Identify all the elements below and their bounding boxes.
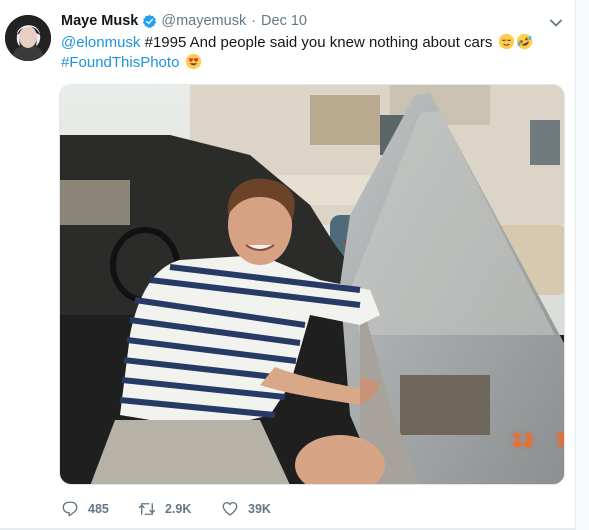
retweet-icon [138, 503, 156, 515]
heart-eyes-emoji [185, 53, 201, 70]
tweet-photo[interactable]: 12 5 '95 [59, 84, 565, 485]
chevron-down-icon[interactable] [549, 16, 563, 30]
mention-link[interactable]: @elonmusk [61, 34, 140, 51]
avatar[interactable] [5, 15, 51, 61]
tweet-body: #1995 And people said you knew nothing a… [140, 34, 493, 51]
hashtag-link[interactable]: #FoundThisPhoto [61, 54, 179, 71]
tweet-header: Maye Musk @mayemusk · Dec 10 [61, 13, 307, 29]
rolling-on-floor-laughing-emoji [516, 33, 532, 50]
header-separator: · [251, 13, 257, 29]
heart-icon [222, 501, 238, 516]
reply-button[interactable]: 485 [61, 500, 109, 518]
tweet-card[interactable]: Maye Musk @mayemusk · Dec 10 @elonmusk #… [0, 0, 575, 530]
reply-count: 485 [88, 502, 109, 516]
like-button[interactable]: 39K [221, 500, 271, 518]
retweet-button[interactable]: 2.9K [138, 500, 191, 518]
photo-date-stamp: 12 5 '95 [512, 431, 564, 451]
tweet-date[interactable]: Dec 10 [261, 13, 307, 29]
display-name[interactable]: Maye Musk [61, 13, 138, 29]
relieved-face-emoji [498, 33, 514, 50]
like-count: 39K [248, 502, 271, 516]
retweet-count: 2.9K [165, 502, 192, 516]
user-handle[interactable]: @mayemusk [161, 13, 246, 29]
tweet-text: @elonmusk #1995 And people said you knew… [61, 33, 561, 73]
scrollbar[interactable] [576, 0, 589, 530]
verified-badge-icon [143, 14, 157, 28]
reply-icon [62, 501, 78, 517]
